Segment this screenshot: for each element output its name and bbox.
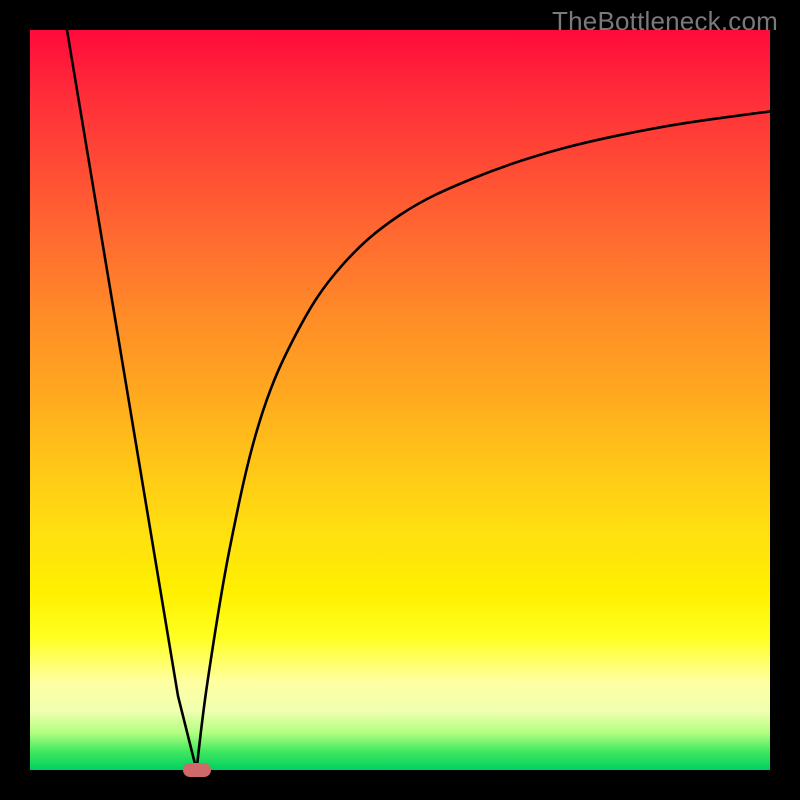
chart-frame: TheBottleneck.com xyxy=(0,0,800,800)
curve-right-branch xyxy=(197,111,771,770)
curve-left-branch xyxy=(67,30,197,770)
plot-area xyxy=(30,30,770,770)
curve-svg xyxy=(30,30,770,770)
vertex-marker xyxy=(183,763,211,777)
